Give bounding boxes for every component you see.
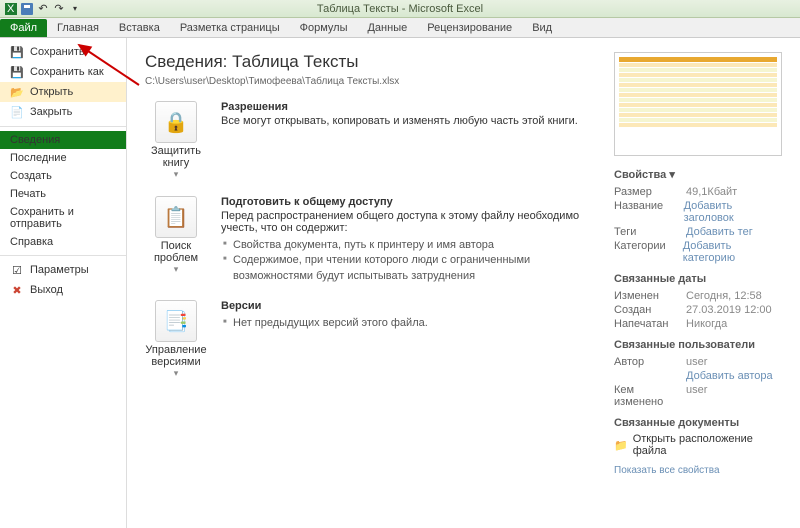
tab-view[interactable]: Вид [522, 19, 562, 37]
redo-icon[interactable]: ↷ [52, 2, 66, 16]
info-panel: Сведения: Таблица Тексты C:\Users\user\D… [145, 52, 596, 514]
check-issues-button[interactable]: 📋 Поиск проблем ▾ [145, 196, 207, 284]
dates-heading: Связанные даты [614, 273, 782, 285]
save-icon: 💾 [10, 45, 24, 59]
manage-versions-button[interactable]: 📑 Управление версиями ▾ [145, 300, 207, 379]
properties-heading[interactable]: Свойства ▾ [614, 168, 782, 181]
versions-body: Версии Нет предыдущих версий этого файла… [221, 300, 596, 379]
document-thumbnail[interactable] [614, 52, 782, 156]
options-icon: ☑ [10, 263, 24, 277]
tab-insert[interactable]: Вставка [109, 19, 170, 37]
qat-dropdown-icon[interactable]: ▾ [68, 2, 82, 16]
add-category-link[interactable]: Добавить категорию [683, 240, 782, 264]
sidebar-close[interactable]: 📄Закрыть [0, 102, 126, 122]
add-author-link[interactable]: Добавить автора [686, 370, 773, 382]
undo-icon[interactable]: ↶ [36, 2, 50, 16]
sidebar-print[interactable]: Печать [0, 185, 126, 203]
versions-card: 📑 Управление версиями ▾ Версии Нет преды… [145, 300, 596, 379]
permissions-card: 🔒 Защитить книгу ▾ Разрешения Все могут … [145, 101, 596, 180]
sidebar-share[interactable]: Сохранить и отправить [0, 203, 126, 233]
sidebar-exit[interactable]: ✖Выход [0, 280, 126, 300]
inspect-icon: 📋 [155, 196, 197, 238]
sidebar-recent[interactable]: Последние [0, 149, 126, 167]
backstage-content: Сведения: Таблица Тексты C:\Users\user\D… [127, 38, 800, 528]
tab-data[interactable]: Данные [357, 19, 417, 37]
backstage-view: 💾Сохранить 💾Сохранить как 📂Открыть 📄Закр… [0, 38, 800, 528]
tab-formulas[interactable]: Формулы [290, 19, 358, 37]
sidebar-help[interactable]: Справка [0, 233, 126, 251]
sidebar-options[interactable]: ☑Параметры [0, 260, 126, 280]
window-title: Таблица Тексты - Microsoft Excel [317, 3, 483, 15]
sidebar-save[interactable]: 💾Сохранить [0, 42, 126, 62]
add-tags-link[interactable]: Добавить тег [686, 226, 753, 238]
add-title-link[interactable]: Добавить заголовок [684, 200, 782, 224]
show-all-properties[interactable]: Показать все свойства [614, 465, 782, 476]
separator [0, 126, 126, 127]
lock-icon: 🔒 [155, 101, 197, 143]
save-icon[interactable] [20, 2, 34, 16]
folder-icon: 📁 [614, 439, 628, 452]
save-as-icon: 💾 [10, 65, 24, 79]
properties-panel: Свойства ▾ Размер49,1Кбайт НазваниеДобав… [614, 52, 782, 514]
separator [0, 255, 126, 256]
tab-home[interactable]: Главная [47, 19, 109, 37]
folder-open-icon: 📂 [10, 85, 24, 99]
backstage-sidebar: 💾Сохранить 💾Сохранить как 📂Открыть 📄Закр… [0, 38, 127, 528]
versions-icon: 📑 [155, 300, 197, 342]
ribbon-tabs: Файл Главная Вставка Разметка страницы Ф… [0, 18, 800, 38]
excel-icon: X [4, 2, 18, 16]
sidebar-open[interactable]: 📂Открыть [0, 82, 126, 102]
tab-layout[interactable]: Разметка страницы [170, 19, 290, 37]
related-docs-heading: Связанные документы [614, 417, 782, 429]
protect-workbook-button[interactable]: 🔒 Защитить книгу ▾ [145, 101, 207, 180]
people-heading: Связанные пользователи [614, 339, 782, 351]
sidebar-new[interactable]: Создать [0, 167, 126, 185]
prepare-body: Подготовить к общему доступу Перед распр… [221, 196, 596, 284]
open-file-location[interactable]: 📁Открыть расположение файла [614, 433, 782, 457]
tab-file[interactable]: Файл [0, 19, 47, 37]
file-path: C:\Users\user\Desktop\Тимофеева\Таблица … [145, 76, 596, 87]
tab-review[interactable]: Рецензирование [417, 19, 522, 37]
exit-icon: ✖ [10, 283, 24, 297]
sidebar-info[interactable]: Сведения [0, 131, 126, 149]
quick-access-toolbar: X ↶ ↷ ▾ [4, 2, 82, 16]
permissions-body: Разрешения Все могут открывать, копирова… [221, 101, 596, 180]
prepare-share-card: 📋 Поиск проблем ▾ Подготовить к общему д… [145, 196, 596, 284]
svg-text:X: X [7, 3, 15, 15]
close-icon: 📄 [10, 105, 24, 119]
title-bar: X ↶ ↷ ▾ Таблица Тексты - Microsoft Excel [0, 0, 800, 18]
sidebar-save-as[interactable]: 💾Сохранить как [0, 62, 126, 82]
info-heading: Сведения: Таблица Тексты [145, 52, 596, 72]
